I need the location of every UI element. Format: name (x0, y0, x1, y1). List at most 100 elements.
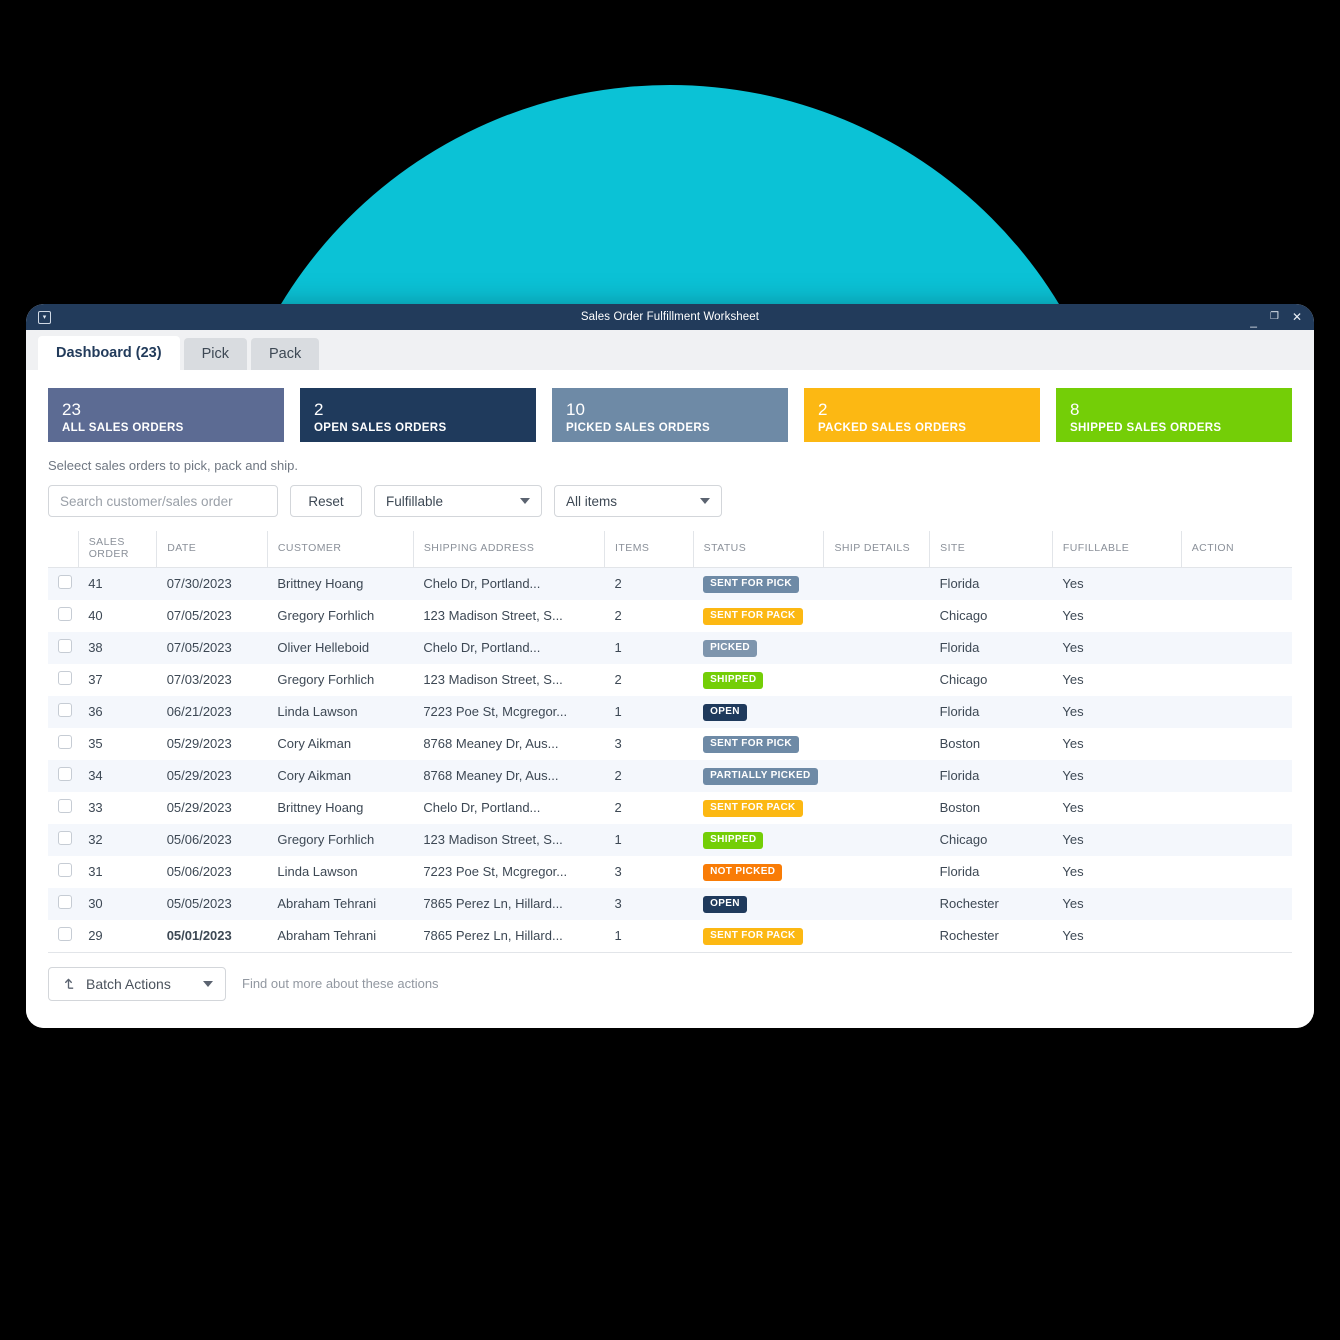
status-badge: SENT FOR PICK (703, 736, 799, 753)
kpi-card-open-sales-orders[interactable]: 2 OPEN SALES ORDERS (300, 388, 536, 442)
row-checkbox-cell[interactable] (48, 760, 78, 792)
cell-action[interactable] (1181, 792, 1292, 824)
header-action[interactable]: ACTION (1180, 531, 1292, 568)
row-checkbox-cell[interactable] (48, 920, 78, 952)
table-row[interactable]: 40 07/05/2023 Gregory Forhlich 123 Madison … (48, 599, 1292, 632)
reset-button[interactable]: Reset (290, 485, 362, 517)
header-fufillable[interactable]: FUFILLABLE (1051, 531, 1182, 568)
table-row[interactable]: 41 07/30/2023 Brittney Hoang Chelo Dr, Port… (48, 567, 1292, 600)
table-row[interactable]: 38 07/05/2023 Oliver Helleboid Chelo Dr, Po… (48, 631, 1292, 664)
table-row[interactable]: 34 05/29/2023 Cory Aikman 8768 Meaney Dr, A… (48, 759, 1292, 792)
row-checkbox[interactable] (58, 831, 72, 845)
batch-actions-button[interactable]: Batch Actions (48, 966, 226, 1001)
cell-ship-details (824, 696, 930, 728)
search-input[interactable] (48, 485, 278, 517)
close-icon[interactable]: ✕ (1292, 311, 1302, 323)
cell-fufillable: Yes (1062, 576, 1084, 592)
row-checkbox[interactable] (58, 863, 72, 877)
row-checkbox-cell[interactable] (48, 632, 78, 664)
cell-action[interactable] (1181, 888, 1292, 920)
cell-action[interactable] (1181, 696, 1292, 728)
cell-site: Chicago (939, 672, 988, 687)
cell-items: 2 (614, 672, 622, 687)
cell-site: Chicago (939, 608, 988, 623)
cell-items: 1 (614, 832, 622, 847)
table-row[interactable]: 31 05/06/2023 Linda Lawson 7223 Poe St, Mcg… (48, 855, 1292, 888)
row-checkbox-cell[interactable] (48, 568, 78, 600)
row-checkbox[interactable] (58, 895, 72, 909)
row-checkbox-cell[interactable] (48, 696, 78, 728)
row-checkbox-cell[interactable] (48, 856, 78, 888)
items-filter-select[interactable]: All items (554, 485, 722, 517)
cell-sales-order: 36 (88, 704, 103, 719)
chevron-down-icon (700, 498, 710, 504)
find-out-more-link[interactable]: Find out more about these actions (242, 976, 439, 991)
row-checkbox[interactable] (58, 575, 72, 590)
cell-customer: Gregory Forhlich (277, 608, 375, 623)
row-checkbox-cell[interactable] (48, 600, 78, 632)
minimize-icon[interactable]: _ (1250, 315, 1257, 327)
cell-customer: Brittney Hoang (277, 800, 364, 815)
table-row[interactable]: 32 05/06/2023 Gregory Forhlich 123 Madison … (48, 823, 1292, 856)
tab-dashboard[interactable]: Dashboard (23) (38, 336, 180, 370)
table-row[interactable]: 30 05/05/2023 Abraham Tehrani 7865 Perez Ln… (48, 887, 1292, 920)
row-checkbox[interactable] (58, 671, 72, 685)
table-row[interactable]: 33 05/29/2023 Brittney Hoang Chelo Dr, Port… (48, 791, 1292, 824)
cell-shipping-address: 7865 Perez Ln, Hillard... (423, 896, 563, 911)
row-checkbox[interactable] (58, 767, 72, 781)
header-sales-order[interactable]: SALES ORDER (77, 531, 157, 568)
row-checkbox-cell[interactable] (48, 888, 78, 920)
cell-action[interactable] (1181, 856, 1292, 888)
fulfillable-filter-select[interactable]: Fulfillable (374, 485, 542, 517)
row-checkbox[interactable] (58, 799, 72, 813)
row-checkbox[interactable] (58, 639, 72, 653)
table-row[interactable]: 35 05/29/2023 Cory Aikman 8768 Meaney Dr, A… (48, 727, 1292, 760)
row-checkbox-cell[interactable] (48, 728, 78, 760)
cell-action[interactable] (1181, 600, 1292, 632)
row-checkbox-cell[interactable] (48, 824, 78, 856)
table-row[interactable]: 36 06/21/2023 Linda Lawson 7223 Poe St, Mcg… (48, 695, 1292, 728)
cell-items: 2 (614, 768, 622, 783)
header-date[interactable]: DATE (156, 531, 268, 568)
kpi-card-shipped-sales-orders[interactable]: 8 SHIPPED SALES ORDERS (1056, 388, 1292, 442)
cell-items: 3 (614, 864, 622, 879)
row-checkbox[interactable] (58, 607, 72, 621)
cell-action[interactable] (1181, 664, 1292, 696)
header-status[interactable]: STATUS (692, 531, 824, 568)
kpi-packed-value: 2 (818, 400, 828, 420)
cell-customer: Gregory Forhlich (277, 832, 375, 847)
cell-action[interactable] (1181, 760, 1292, 792)
table-header: SALES ORDER DATE CUSTOMER SHIPPING ADDRE… (48, 531, 1292, 568)
tab-pack[interactable]: Pack (250, 338, 320, 370)
cell-date: 06/21/2023 (166, 704, 232, 719)
tab-pick[interactable]: Pick (183, 338, 247, 370)
kpi-card-packed-sales-orders[interactable]: 2 PACKED SALES ORDERS (804, 388, 1040, 442)
row-checkbox-cell[interactable] (48, 792, 78, 824)
cell-site: Rochester (939, 928, 999, 943)
header-ship-details[interactable]: SHIP DETAILS (823, 531, 930, 568)
cell-action[interactable] (1181, 920, 1292, 952)
reset-button-label: Reset (308, 493, 344, 509)
header-site[interactable]: SITE (929, 531, 1053, 568)
cell-action[interactable] (1181, 728, 1292, 760)
cell-action[interactable] (1181, 824, 1292, 856)
row-checkbox[interactable] (58, 735, 72, 749)
cell-action[interactable] (1181, 568, 1292, 600)
row-checkbox[interactable] (58, 703, 72, 717)
header-select-all[interactable] (48, 531, 79, 568)
cell-sales-order: 33 (88, 800, 103, 815)
cell-action[interactable] (1181, 632, 1292, 664)
maximize-icon[interactable]: ❐ (1270, 312, 1279, 322)
instruction-text: Seleect sales orders to pick, pack and s… (48, 458, 299, 473)
header-customer[interactable]: CUSTOMER (266, 531, 414, 568)
cell-shipping-address: 8768 Meaney Dr, Aus... (423, 768, 559, 783)
table-row[interactable]: 37 07/03/2023 Gregory Forhlich 123 Madison … (48, 663, 1292, 696)
kpi-card-picked-sales-orders[interactable]: 10 PICKED SALES ORDERS (552, 388, 788, 442)
header-shipping-address[interactable]: SHIPPING ADDRESS (412, 531, 605, 568)
kpi-card-all-sales-orders[interactable]: 23 ALL SALES ORDERS (48, 388, 284, 442)
row-checkbox[interactable] (58, 927, 72, 941)
cell-site: Rochester (939, 896, 999, 911)
row-checkbox-cell[interactable] (48, 664, 78, 696)
table-row[interactable]: 29 05/01/2023 Abraham Tehrani 7865 Perez Ln… (48, 919, 1292, 952)
header-items[interactable]: ITEMS (604, 531, 694, 568)
